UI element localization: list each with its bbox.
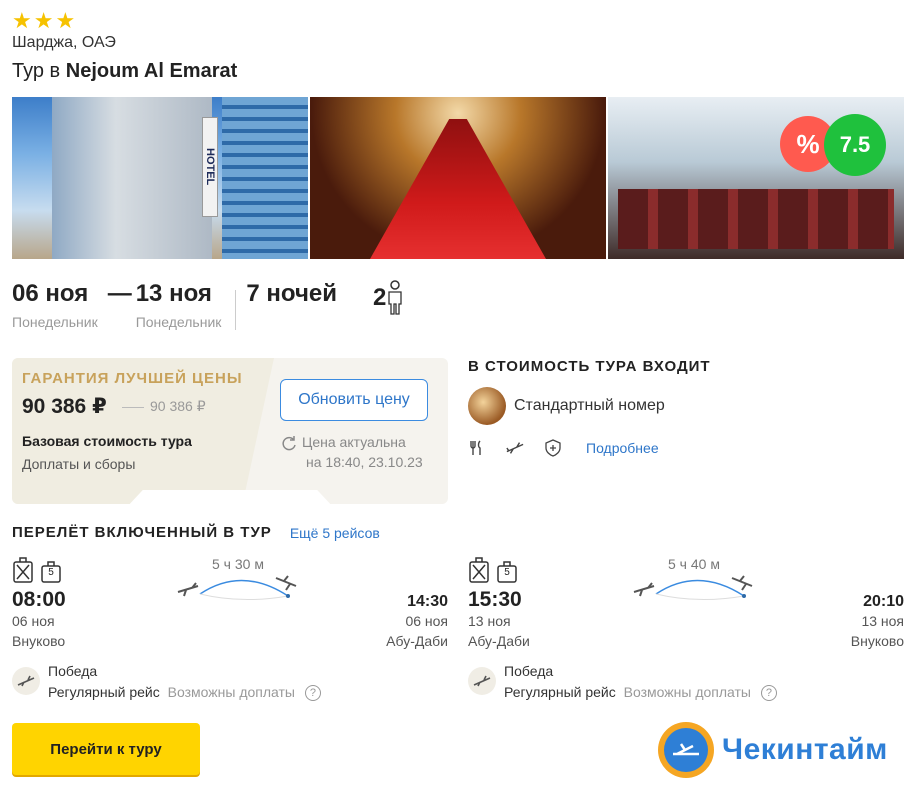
flight-duration: 5 ч 40 м [668, 556, 720, 572]
people-number: 2 [373, 284, 387, 311]
star-icon: ★ [33, 8, 54, 33]
brand-name: Чекинтайм [722, 733, 888, 766]
price-actual-line2: на 18:40, 23.10.23 [306, 454, 423, 471]
hotel-sign: HOTEL [202, 117, 218, 217]
arrival-city: Абу-Даби [386, 633, 448, 649]
help-icon[interactable]: ? [760, 685, 777, 702]
flight-type-label: Регулярный рейс [504, 684, 616, 700]
date-from-weekday: Понедельник [12, 314, 98, 330]
airline-plane-icon [468, 667, 496, 695]
refresh-price-button[interactable]: Обновить цену [280, 379, 428, 421]
fees-label: Доплаты и сборы [22, 456, 136, 472]
divider [235, 290, 237, 330]
date-to-value: 13 ноя [135, 280, 212, 307]
star-icon: ★ [55, 8, 76, 33]
building-shape [52, 97, 212, 259]
airline-name: Победа [504, 663, 554, 679]
plane-icon [506, 439, 524, 457]
departure-date: 06 ноя [12, 613, 55, 629]
arrival-time: 14:30 [407, 593, 448, 610]
flight-outbound[interactable]: 5 5 ч 30 м 08:00 06 ноя Внуково 14:30 06… [12, 556, 448, 706]
hotel-stars: ★ ★ ★ [12, 10, 75, 32]
arrival-time: 20:10 [863, 593, 904, 610]
departure-city: Внуково [12, 633, 66, 649]
departure-time: 15:30 [468, 588, 522, 611]
hotel-location: Шарджа, ОАЭ [12, 34, 116, 51]
extras-note: Возможны доплаты [167, 684, 295, 700]
nights-count: 7 ночей [246, 280, 338, 307]
price-box: ГАРАНТИЯ ЛУЧШЕЙ ЦЕНЫ 90 386 ₽ 90 386 ₽ Б… [12, 358, 448, 504]
price-old-value: 90 386 ₽ [150, 398, 206, 414]
price-old: 90 386 ₽ [122, 398, 206, 415]
room-row: Стандартный номер [468, 387, 908, 425]
room-name: Стандартный номер [514, 397, 665, 414]
no-luggage-icon [469, 557, 489, 583]
airline-name: Победа [48, 663, 98, 679]
departure-time: 08:00 [12, 588, 66, 611]
price-actual-line1: Цена актуальна [302, 434, 406, 450]
nights: 7 ночей [246, 280, 337, 308]
more-flights-link[interactable]: Ещё 5 рейсов [290, 525, 380, 541]
no-luggage-icon [13, 557, 33, 583]
departure-city: Абу-Даби [468, 633, 530, 649]
date-to: 13 ноя Понедельник [136, 280, 222, 330]
rating-badge: 7.5 [824, 114, 886, 176]
tour-dates: 06 ноя Понедельник — 13 ноя Понедельник … [12, 280, 404, 330]
flight-type: Регулярный рейс Возможны доплаты ? [504, 684, 777, 702]
hotel-name[interactable]: Nejoum Al Emarat [66, 60, 238, 82]
flights-title: ПЕРЕЛЁТ ВКЛЮЧЕННЫЙ В ТУР [12, 524, 272, 541]
refresh-icon [282, 436, 296, 451]
arrival-date: 06 ноя [405, 613, 448, 629]
extras-note: Возможны доплаты [623, 684, 751, 700]
date-dash: — [107, 280, 132, 307]
hotel-photo-exterior[interactable]: HOTEL [12, 97, 308, 259]
flight-type: Регулярный рейс Возможны доплаты ? [48, 684, 321, 702]
flight-duration: 5 ч 30 м [212, 556, 264, 572]
shield-plus-icon [544, 439, 562, 457]
flight-route-icon [177, 575, 297, 601]
tour-title: Тур в Nejoum Al Emarat [12, 60, 237, 83]
hand-luggage-icon: 5 [496, 556, 518, 584]
price-actual-note: Цена актуальна на 18:40, 23.10.23 [280, 432, 423, 472]
help-icon[interactable]: ? [304, 685, 321, 702]
included-icons: Подробнее [468, 439, 908, 457]
fork-knife-icon [468, 439, 486, 457]
departure-date: 13 ноя [468, 613, 511, 629]
building-shape [222, 97, 308, 259]
title-prefix: Тур в [12, 60, 61, 82]
flight-return[interactable]: 5 5 ч 40 м 15:30 13 ноя Абу-Даби 20:10 1… [468, 556, 904, 706]
brand-logo [658, 722, 714, 778]
arrow-line [122, 406, 144, 408]
hand-luggage-weight: 5 [48, 567, 54, 578]
tables-shape [618, 189, 894, 249]
date-to-weekday: Понедельник [135, 314, 222, 330]
photo-gallery[interactable]: HOTEL [12, 97, 904, 259]
included-more-link[interactable]: Подробнее [586, 440, 659, 456]
base-cost-label: Базовая стоимость тура [22, 433, 192, 449]
flights-header: ПЕРЕЛЁТ ВКЛЮЧЕННЫЙ В ТУР Ещё 5 рейсов [12, 524, 380, 541]
best-price-guarantee: ГАРАНТИЯ ЛУЧШЕЙ ЦЕНЫ [22, 370, 243, 387]
star-icon: ★ [12, 8, 32, 33]
person-icon [388, 280, 403, 315]
go-to-tour-button[interactable]: Перейти к туру [12, 723, 200, 775]
included-title: В СТОИМОСТЬ ТУРА ВХОДИТ [468, 358, 711, 375]
carpet-shape [370, 119, 546, 259]
included-section: В СТОИМОСТЬ ТУРА ВХОДИТ Стандартный номе… [468, 358, 908, 457]
people-count: 2 [373, 280, 404, 316]
hand-luggage-icon: 5 [40, 556, 62, 584]
date-from: 06 ноя Понедельник [12, 280, 98, 330]
arrival-date: 13 ноя [861, 613, 904, 629]
flight-type-label: Регулярный рейс [48, 684, 160, 700]
airline-plane-icon [12, 667, 40, 695]
flight-route-icon [633, 575, 753, 601]
hand-luggage-weight: 5 [504, 567, 510, 578]
room-thumbnail [468, 387, 506, 425]
arrival-city: Внуково [850, 633, 904, 649]
date-from-value: 06 ноя [12, 280, 89, 307]
price-current: 90 386 ₽ [22, 395, 107, 418]
brand-watermark: Чекинтайм [658, 722, 888, 778]
plane-icon [664, 728, 708, 772]
hotel-photo-corridor[interactable] [310, 97, 606, 259]
